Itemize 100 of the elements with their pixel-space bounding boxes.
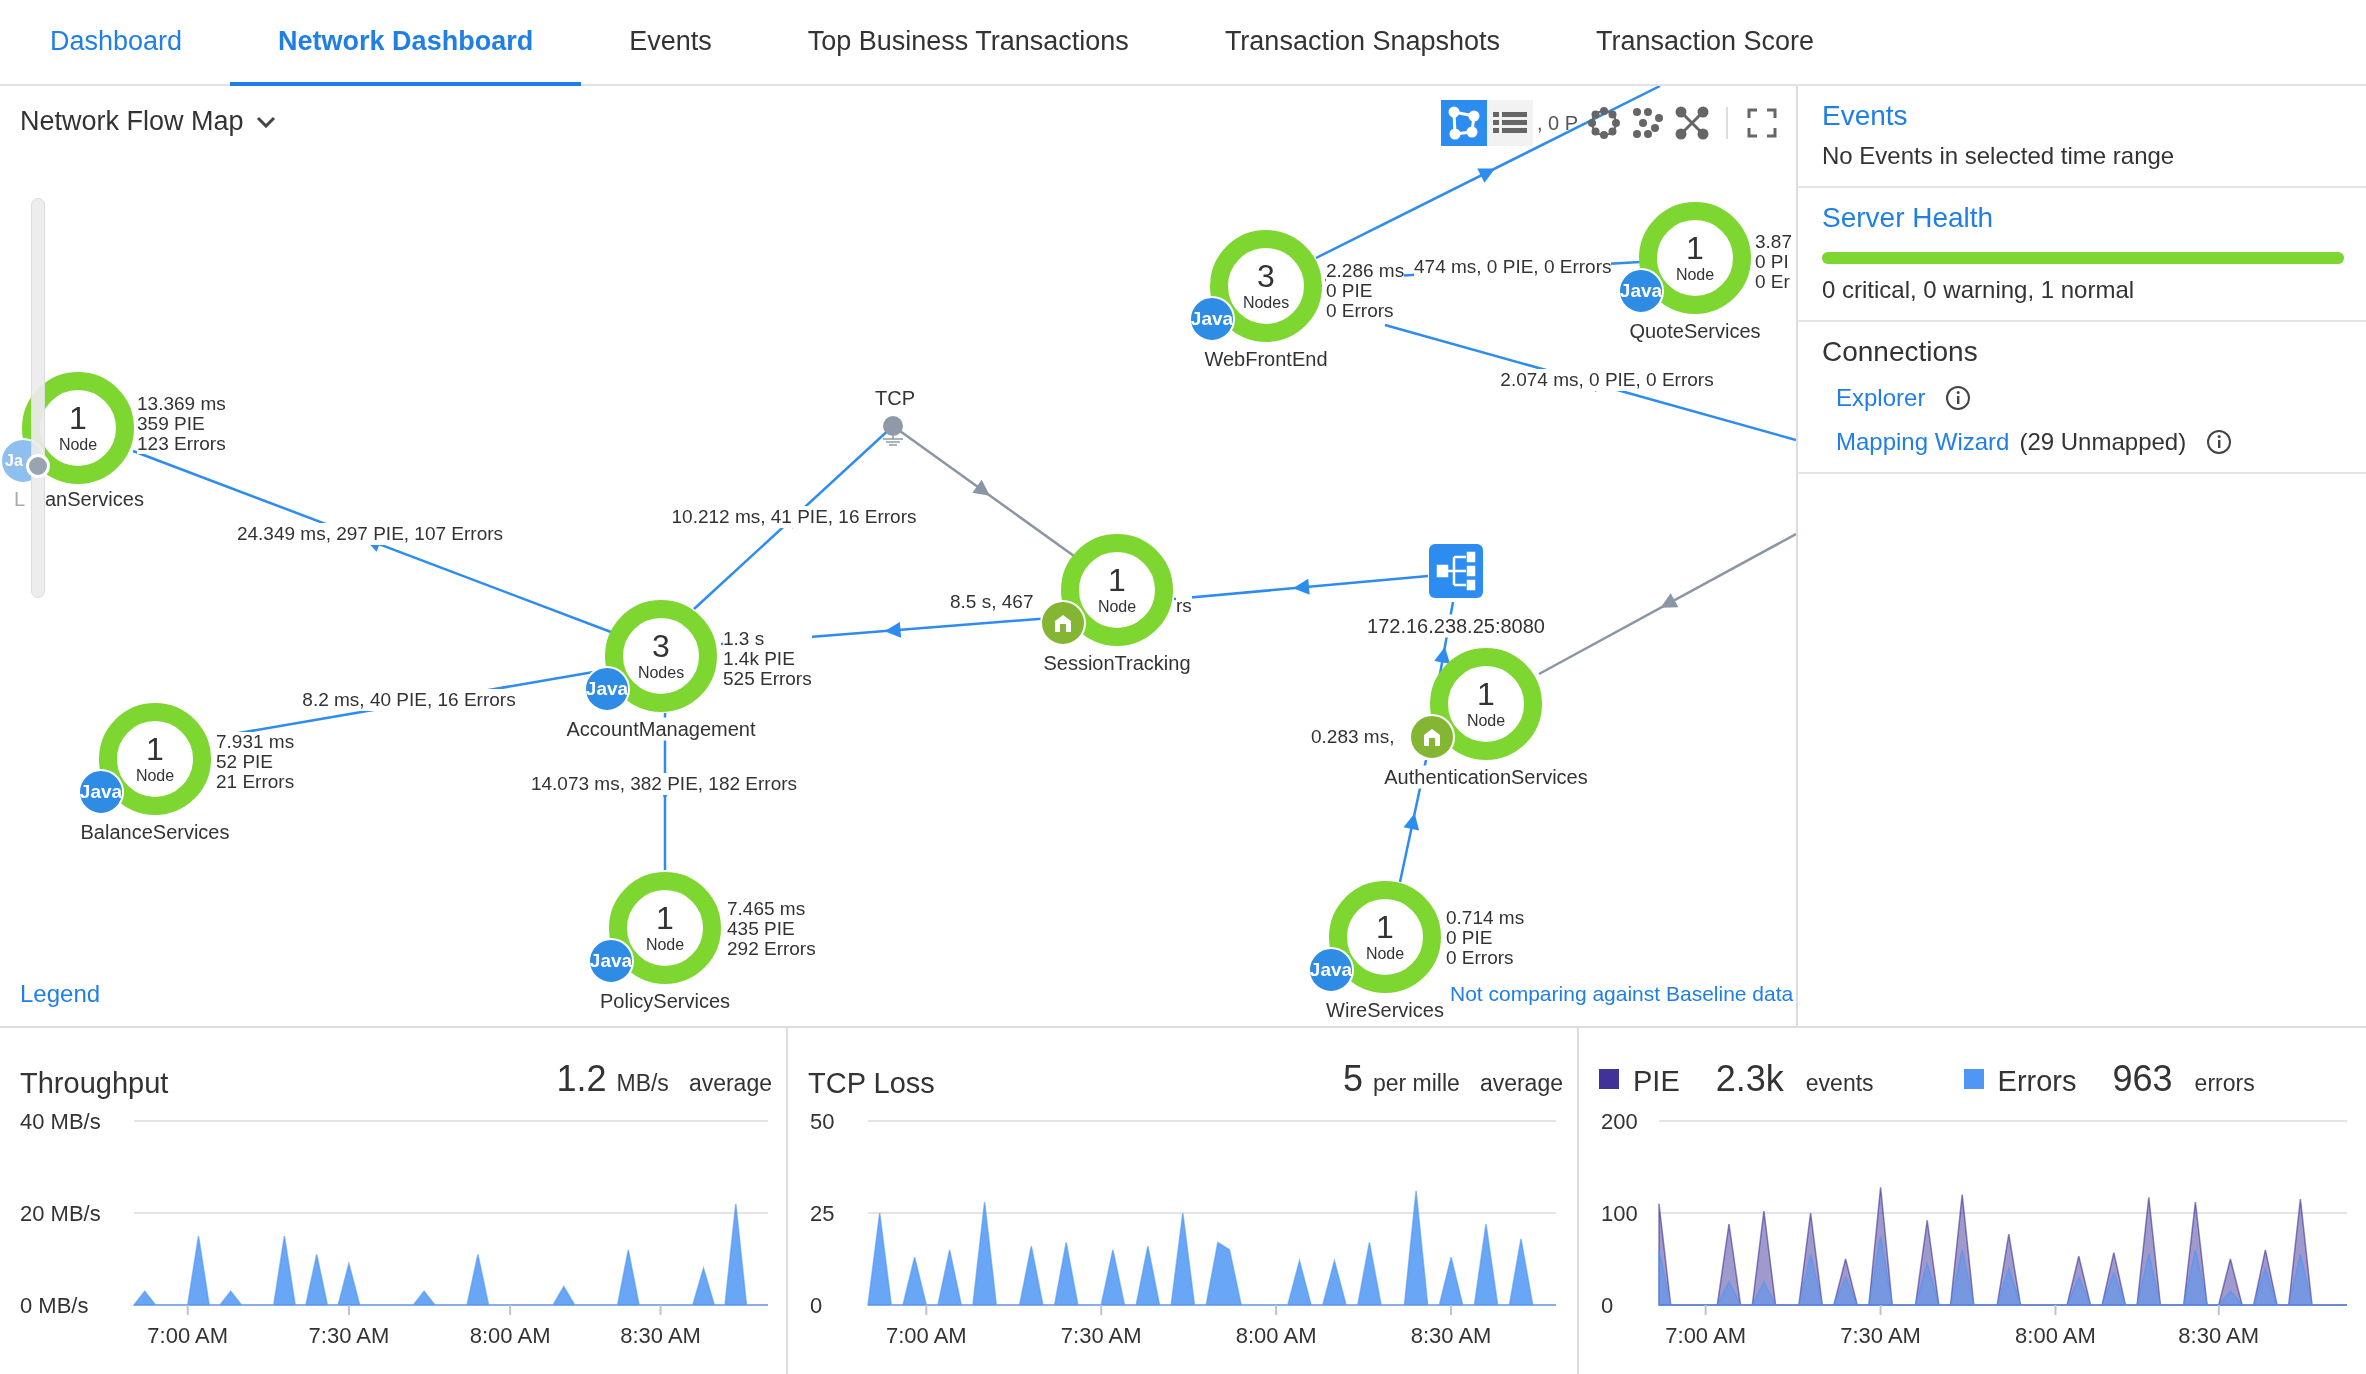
fullscreen-icon xyxy=(1747,108,1778,138)
y-axis-label: 100 xyxy=(1601,1201,1638,1226)
x-axis-label: 7:30 AM xyxy=(308,1323,390,1348)
nav-tab[interactable]: Network Dashboard xyxy=(230,0,582,86)
health-summary: 0 critical, 0 warning, 1 normal xyxy=(1822,276,2136,304)
x-axis-label: 7:00 AM xyxy=(885,1323,967,1348)
y-axis-label: 0 MB/s xyxy=(20,1293,89,1318)
metric-value: 963 xyxy=(2112,1058,2173,1100)
layout-button[interactable] xyxy=(1487,100,1533,146)
y-axis-label: 40 MB/s xyxy=(20,1109,101,1134)
edge-label: 10.212 ms, 41 PIE, 16 Errors xyxy=(671,506,917,528)
node-unit: Node xyxy=(58,436,98,454)
metric-unit: errors xyxy=(2194,1070,2255,1097)
legend-label: Errors xyxy=(1997,1065,2077,1098)
section-title[interactable]: Events xyxy=(1822,100,2344,132)
x-axis-label: 8:30 AM xyxy=(620,1323,701,1348)
service-node[interactable]: 1 Node xyxy=(1430,648,1542,760)
x-axis-label: 8:30 AM xyxy=(1410,1323,1492,1348)
java-badge: Java xyxy=(588,938,634,984)
circle-layout-icon xyxy=(1587,106,1622,140)
node-unit: Node xyxy=(1675,266,1715,284)
edge-label: 2.074 ms, 0 PIE, 0 Errors xyxy=(1500,369,1714,391)
node-unit: Node xyxy=(1097,598,1137,616)
x-axis-label: 8:00 AM xyxy=(1235,1323,1317,1348)
y-axis-label: 20 MB/s xyxy=(20,1201,101,1226)
node-count: 1 xyxy=(69,402,87,434)
edge-label: 24.349 ms, 297 PIE, 107 Errors xyxy=(236,523,504,545)
node-count: 3 xyxy=(1257,260,1275,292)
network-graph-icon xyxy=(1447,106,1481,140)
java-badge: Java xyxy=(1618,268,1664,314)
node-name: AccountManagement xyxy=(566,717,756,741)
info-icon[interactable] xyxy=(2206,429,2233,455)
edge-label: 8.2 ms, 40 PIE, 16 Errors xyxy=(302,689,516,711)
dots-icon xyxy=(1631,106,1666,140)
chevron-down-icon[interactable] xyxy=(255,115,276,128)
tcp-endpoint-icon xyxy=(881,414,905,446)
metric-value: 2.3k xyxy=(1715,1058,1784,1100)
metric-caption: average xyxy=(688,1070,772,1097)
metric-caption: average xyxy=(1479,1070,1563,1097)
node-stat: 1.3 s xyxy=(723,629,812,649)
node-stat: 123 Errors xyxy=(137,434,226,454)
x-axis-label: 7:30 AM xyxy=(1060,1323,1142,1348)
nav-tab[interactable]: Transaction Snapshots xyxy=(1176,0,1549,86)
nav-tab[interactable]: Events xyxy=(581,0,760,86)
y-axis-label: 200 xyxy=(1601,1109,1638,1134)
nav-tab[interactable]: Top Business Transactions xyxy=(759,0,1177,86)
connection-link[interactable]: Mapping Wizard xyxy=(1836,428,2010,456)
java-badge: Java xyxy=(584,666,630,712)
legend-label: PIE xyxy=(1633,1065,1680,1098)
x-axis-label: 8:00 AM xyxy=(2015,1323,2096,1348)
x-axis-label: 8:30 AM xyxy=(2178,1323,2260,1348)
map-title[interactable]: Network Flow Map xyxy=(20,106,244,137)
section-title[interactable]: Server Health xyxy=(1822,202,2344,234)
node-name: AuthenticationServices xyxy=(1384,765,1588,789)
node-count: 1 xyxy=(1108,564,1126,596)
node-unit: Node xyxy=(1365,945,1405,963)
metric-unit: events xyxy=(1805,1070,1874,1097)
x-axis-label: 7:00 AM xyxy=(147,1323,229,1348)
node-count: 1 xyxy=(1477,678,1495,710)
nav-tab[interactable]: Dashboard xyxy=(2,0,231,86)
x-axis-label: 7:30 AM xyxy=(1840,1323,1921,1348)
info-icon[interactable] xyxy=(1945,385,1972,411)
node-count: 3 xyxy=(652,630,670,662)
metric-value: 5 xyxy=(1342,1058,1363,1100)
node-stat: 2.286 ms xyxy=(1326,261,1405,281)
connection-link[interactable]: Explorer xyxy=(1836,384,1926,412)
metric-unit: MB/s xyxy=(616,1070,669,1097)
node-name: anServices xyxy=(45,488,144,511)
nav-tab[interactable]: Transaction Score xyxy=(1548,0,1863,86)
load-balancer-icon[interactable] xyxy=(1429,544,1483,598)
metric-value: 1.2 xyxy=(556,1058,607,1100)
node-count: 1 xyxy=(1376,911,1394,943)
y-axis-label: 0 xyxy=(1601,1293,1614,1318)
cross-layout-icon xyxy=(1675,106,1710,140)
node-count: 1 xyxy=(656,902,674,934)
node-unit: Node xyxy=(1466,712,1506,730)
link-note: (29 Unmapped) xyxy=(2019,428,2187,456)
panel-title: TCP Loss xyxy=(808,1067,935,1100)
node-count: 1 xyxy=(1686,232,1704,264)
x-axis-label: 7:00 AM xyxy=(1665,1323,1746,1348)
edge-label: , 0 P xyxy=(1536,111,1580,135)
y-axis-label: 25 xyxy=(810,1201,835,1226)
y-axis-label: 0 xyxy=(810,1293,823,1318)
java-badge: Java xyxy=(1308,947,1354,993)
node-unit: Nodes xyxy=(637,664,685,682)
node-count: 1 xyxy=(146,733,164,765)
node-unit: Node xyxy=(135,767,175,785)
node-name: L xyxy=(14,488,26,511)
endpoint-label: 172.16.238.25:8080 xyxy=(1367,614,1545,638)
node-unit: Nodes xyxy=(1242,294,1290,312)
panel-title: Throughput xyxy=(20,1067,169,1100)
layout-button[interactable] xyxy=(1441,100,1487,146)
events-message: No Events in selected time range xyxy=(1822,142,2176,170)
edge-label: 14.073 ms, 382 PIE, 182 Errors xyxy=(530,773,798,795)
y-axis-label: 50 xyxy=(810,1109,835,1134)
section-title: Connections xyxy=(1822,336,1979,368)
service-node[interactable]: 1 Node xyxy=(1061,534,1173,646)
java-badge: Java xyxy=(78,769,124,815)
java-badge: Java xyxy=(1189,296,1235,342)
node-unit: Node xyxy=(645,936,685,954)
